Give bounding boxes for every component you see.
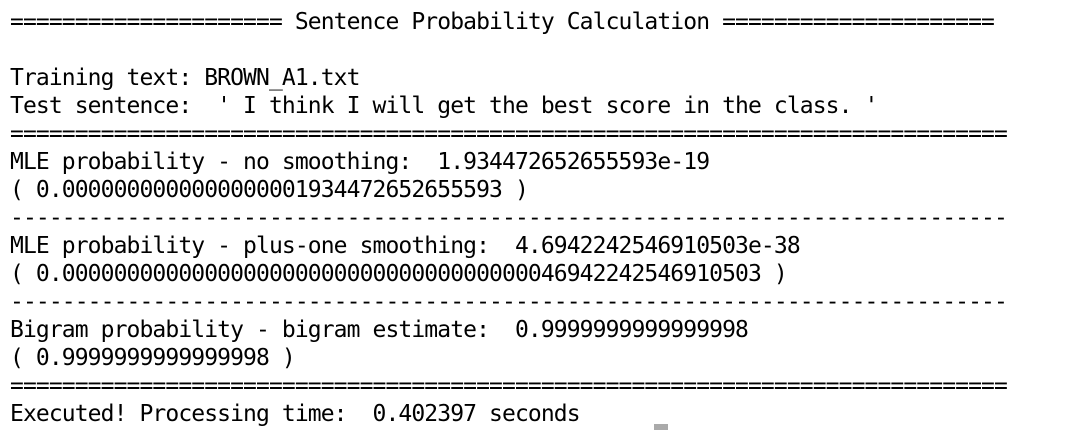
mle-plus-one-line: MLE probability - plus-one smoothing: 4.… [10,233,801,259]
single-separator: ----------------------------------------… [10,289,1008,315]
mle-no-smoothing-decimal: ( 0.0000000000000000001934472652655593 ) [10,177,529,203]
terminal-output: ===================== Sentence Probabili… [10,8,1080,428]
terminal-cursor [654,424,668,430]
footer-line: Executed! Processing time: 0.402397 seco… [10,401,581,427]
bigram-line: Bigram probability - bigram estimate: 0.… [10,317,749,343]
double-separator: ========================================… [10,121,1008,147]
test-sentence-line: Test sentence: ' I think I will get the … [10,93,878,119]
single-separator: ----------------------------------------… [10,205,1008,231]
header-line: ===================== Sentence Probabili… [10,9,995,35]
mle-no-smoothing-line: MLE probability - no smoothing: 1.934472… [10,149,710,175]
mle-plus-one-decimal: ( 0.000000000000000000000000000000000000… [10,261,788,287]
training-text-line: Training text: BROWN_A1.txt [10,65,360,91]
bigram-decimal: ( 0.9999999999999998 ) [10,345,296,371]
double-separator: ========================================… [10,373,1008,399]
